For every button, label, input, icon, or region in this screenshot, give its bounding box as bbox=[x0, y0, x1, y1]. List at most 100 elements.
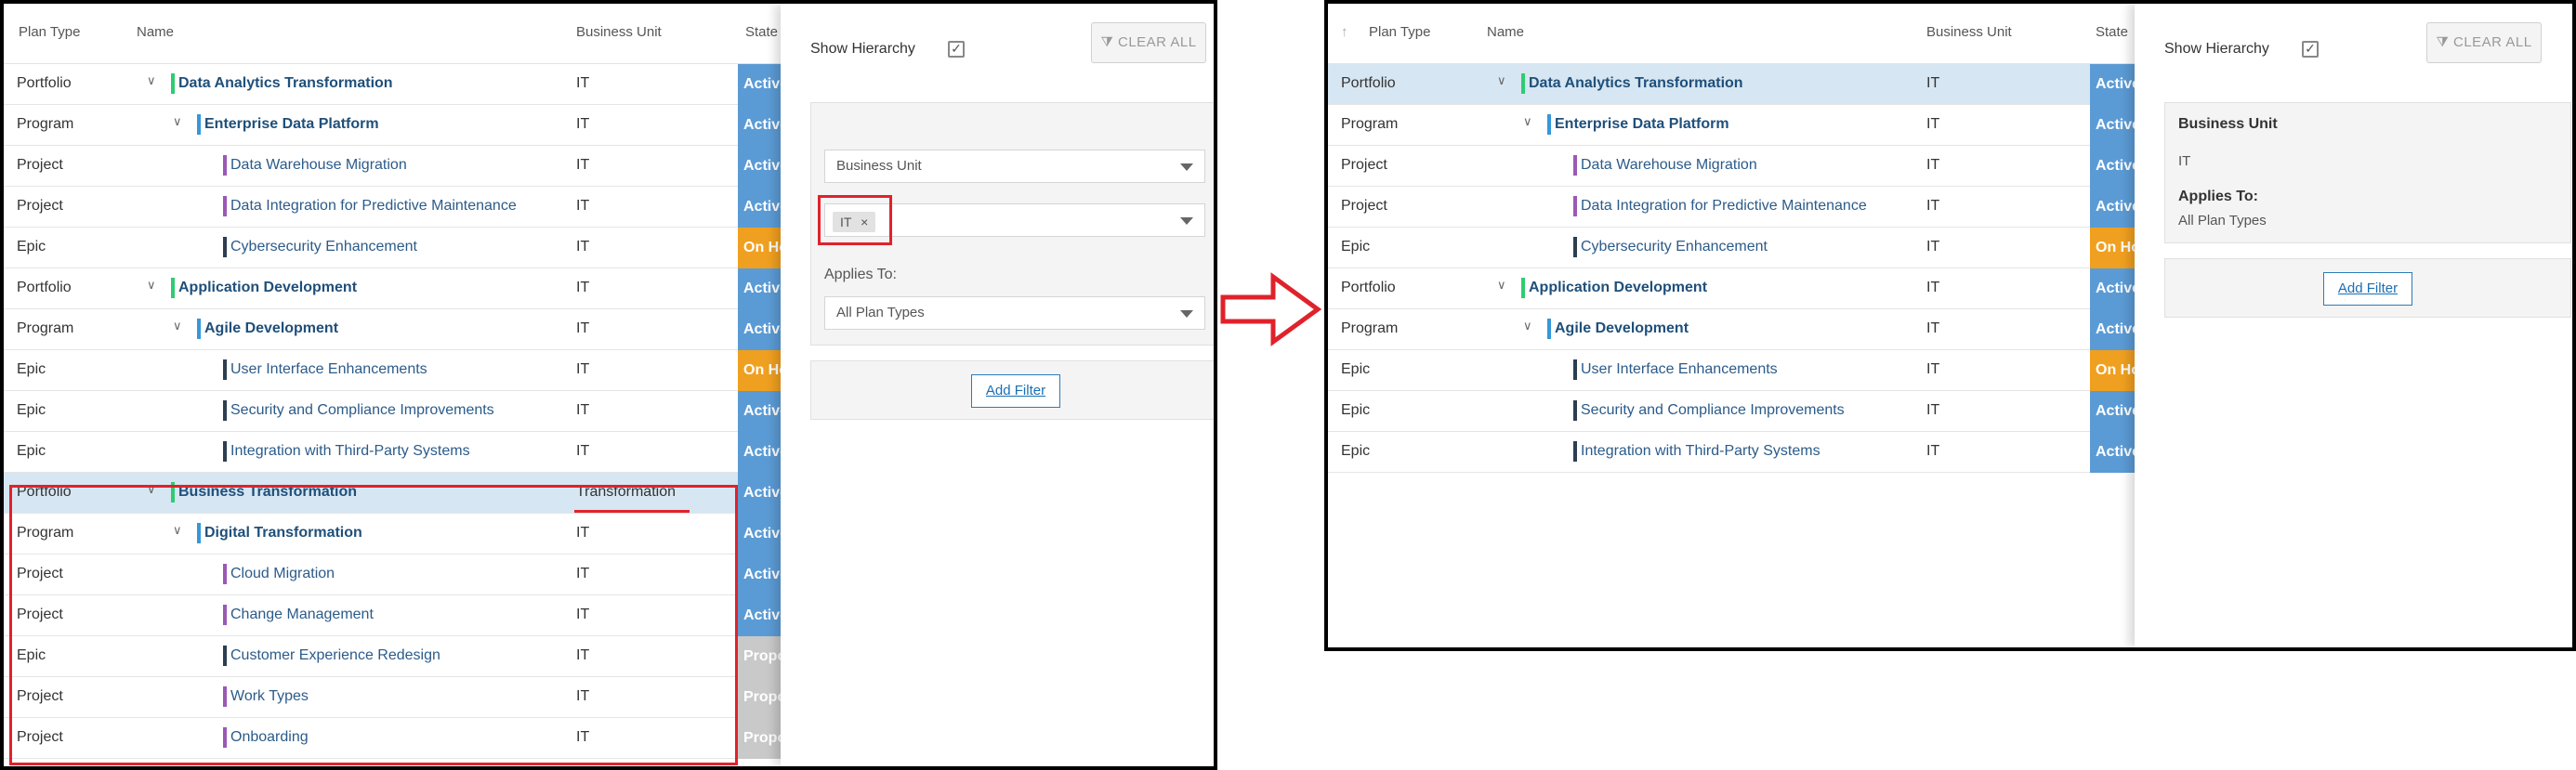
name-link[interactable]: Application Development bbox=[178, 280, 357, 296]
name-link[interactable]: Security and Compliance Improvements bbox=[230, 402, 494, 419]
level-color-bar bbox=[171, 73, 175, 94]
business-unit-cell: IT bbox=[1926, 443, 1940, 459]
name-link[interactable]: Agile Development bbox=[204, 320, 338, 337]
business-unit-cell: IT bbox=[1926, 361, 1940, 377]
level-color-bar bbox=[197, 114, 201, 135]
chevron-down-icon[interactable]: ∨ bbox=[173, 319, 188, 333]
filter-panel: Show Hierarchy ✓ ⧩ CLEAR ALL Business Un… bbox=[2135, 4, 2572, 647]
table-row[interactable]: Program ∨ Agile Development IT Active bbox=[1328, 309, 2146, 350]
add-filter-area: Add Filter bbox=[810, 360, 1214, 420]
table-row[interactable]: Project Data Warehouse Migration IT Active bbox=[1328, 146, 2146, 187]
plan-type-cell: Project bbox=[17, 198, 63, 214]
name-link[interactable]: User Interface Enhancements bbox=[1581, 361, 1778, 378]
applied-filter-card[interactable]: Business Unit IT Applies To: All Plan Ty… bbox=[2164, 102, 2571, 243]
table-row[interactable]: Epic Security and Compliance Improvements… bbox=[1328, 391, 2146, 432]
level-color-bar bbox=[223, 400, 227, 421]
column-header-state[interactable]: State bbox=[745, 24, 778, 40]
plan-type-cell: Epic bbox=[17, 361, 46, 377]
name-link[interactable]: Cybersecurity Enhancement bbox=[230, 239, 417, 255]
table-row[interactable]: Epic Integration with Third-Party Systems… bbox=[1328, 432, 2146, 473]
table-row[interactable]: EpicUser Interface EnhancementsITOn Hold bbox=[1328, 350, 2146, 391]
name-link[interactable]: Security and Compliance Improvements bbox=[1581, 402, 1845, 419]
chevron-down-icon[interactable]: ∨ bbox=[147, 73, 162, 88]
add-filter-button[interactable]: Add Filter bbox=[971, 374, 1060, 408]
table-row[interactable]: Portfolio ∨ Application Development IT Activ… bbox=[1328, 268, 2146, 309]
column-header-name[interactable]: Name bbox=[1487, 24, 1524, 40]
table-row[interactable]: Portfolio ∨ Application Development IT Activ… bbox=[4, 268, 794, 309]
name-link[interactable]: Data Analytics Transformation bbox=[1529, 75, 1743, 92]
name-link[interactable]: Application Development bbox=[1529, 280, 1707, 296]
column-header-plan-type[interactable]: Plan Type bbox=[19, 24, 80, 40]
chevron-down-icon[interactable]: ∨ bbox=[1523, 319, 1538, 333]
name-link[interactable]: Data Integration for Predictive Maintena… bbox=[1581, 198, 1867, 215]
add-filter-button[interactable]: Add Filter bbox=[2323, 272, 2412, 306]
name-link[interactable]: Data Analytics Transformation bbox=[178, 75, 393, 92]
table-row[interactable]: EpicUser Interface EnhancementsITOn Hold bbox=[4, 350, 794, 391]
name-link[interactable]: Agile Development bbox=[1555, 320, 1689, 337]
business-unit-cell: IT bbox=[576, 361, 590, 377]
name-link[interactable]: Integration with Third-Party Systems bbox=[230, 443, 470, 460]
business-unit-cell: IT bbox=[576, 75, 590, 91]
business-unit-cell: IT bbox=[576, 198, 590, 214]
chevron-down-icon[interactable]: ∨ bbox=[1497, 278, 1512, 293]
name-link[interactable]: Data Warehouse Migration bbox=[230, 157, 407, 174]
filter-field-select[interactable]: Business Unit bbox=[824, 150, 1205, 183]
level-color-bar bbox=[1573, 237, 1577, 257]
name-link[interactable]: Data Integration for Predictive Maintena… bbox=[230, 198, 517, 215]
column-header-plan-type[interactable]: Plan Type bbox=[1369, 24, 1430, 40]
plan-type-cell: Portfolio bbox=[17, 75, 72, 91]
before-screenshot: Plan Type Name Business Unit State Portf… bbox=[0, 0, 1217, 770]
business-unit-cell: IT bbox=[1926, 402, 1940, 418]
table-row[interactable]: Epic Security and Compliance Improvements… bbox=[4, 391, 794, 432]
chevron-down-icon[interactable]: ∨ bbox=[1523, 114, 1538, 129]
chevron-down-icon[interactable]: ∨ bbox=[1497, 73, 1512, 88]
plan-grid: ↑ Plan Type Name Business Unit State Por… bbox=[1328, 4, 2146, 473]
table-row[interactable]: Project Data Integration for Predictive M… bbox=[1328, 187, 2146, 228]
name-link[interactable]: Data Warehouse Migration bbox=[1581, 157, 1757, 174]
show-hierarchy-checkbox[interactable]: ✓ bbox=[2302, 41, 2319, 58]
name-link[interactable]: User Interface Enhancements bbox=[230, 361, 427, 378]
applies-to-value: All Plan Types bbox=[2178, 213, 2267, 228]
level-color-bar bbox=[1573, 359, 1577, 380]
table-row[interactable]: Portfolio ∨ Data Analytics Transformation I… bbox=[4, 64, 794, 105]
highlight-box-value-tag bbox=[818, 195, 892, 245]
table-row[interactable]: Project Data Integration for Predictive M… bbox=[4, 187, 794, 228]
chevron-down-icon[interactable]: ∨ bbox=[173, 114, 188, 129]
table-row[interactable]: Program ∨ Agile Development IT Active bbox=[4, 309, 794, 350]
plan-type-cell: Epic bbox=[1341, 239, 1371, 254]
business-unit-cell: IT bbox=[1926, 320, 1940, 336]
plan-type-cell: Epic bbox=[17, 239, 46, 254]
name-link[interactable]: Cybersecurity Enhancement bbox=[1581, 239, 1768, 255]
table-row[interactable]: EpicCybersecurity EnhancementITOn Hold bbox=[1328, 228, 2146, 268]
clear-all-button[interactable]: ⧩ CLEAR ALL bbox=[2426, 22, 2542, 63]
table-row[interactable]: Portfolio ∨ Data Analytics Transformation I… bbox=[1328, 64, 2146, 105]
name-link[interactable]: Enterprise Data Platform bbox=[1555, 116, 1729, 133]
table-row[interactable]: Program ∨ Enterprise Data Platform IT Active bbox=[4, 105, 794, 146]
column-header-business-unit[interactable]: Business Unit bbox=[1926, 24, 2012, 40]
clear-all-button[interactable]: ⧩ CLEAR ALL bbox=[1091, 22, 1206, 63]
level-color-bar bbox=[1521, 278, 1525, 298]
level-color-bar bbox=[1547, 114, 1551, 135]
show-hierarchy-checkbox[interactable]: ✓ bbox=[948, 41, 965, 58]
sort-up-arrow-icon[interactable]: ↑ bbox=[1341, 24, 1348, 40]
applies-to-select[interactable]: All Plan Types bbox=[824, 296, 1205, 330]
filter-panel: Show Hierarchy ✓ ⧩ CLEAR ALL Business Un… bbox=[781, 4, 1214, 766]
table-row[interactable]: Epic Integration with Third-Party Systems… bbox=[4, 432, 794, 473]
business-unit-cell: IT bbox=[576, 116, 590, 132]
level-color-bar bbox=[223, 196, 227, 216]
column-header-state[interactable]: State bbox=[2096, 24, 2128, 40]
business-unit-cell: IT bbox=[576, 402, 590, 418]
level-color-bar bbox=[1573, 441, 1577, 462]
column-header-name[interactable]: Name bbox=[137, 24, 174, 40]
column-header-business-unit[interactable]: Business Unit bbox=[576, 24, 662, 40]
chevron-down-icon[interactable]: ∨ bbox=[147, 278, 162, 293]
name-link[interactable]: Enterprise Data Platform bbox=[204, 116, 379, 133]
chevron-down-icon bbox=[1180, 217, 1193, 225]
table-row[interactable]: Project Data Warehouse Migration IT Active bbox=[4, 146, 794, 187]
business-unit-cell: IT bbox=[1926, 198, 1940, 214]
name-link[interactable]: Integration with Third-Party Systems bbox=[1581, 443, 1820, 460]
plan-type-cell: Epic bbox=[1341, 361, 1371, 377]
table-row[interactable]: EpicCybersecurity EnhancementITOn Hold bbox=[4, 228, 794, 268]
table-row[interactable]: Program ∨ Enterprise Data Platform IT Active bbox=[1328, 105, 2146, 146]
business-unit-cell: IT bbox=[576, 157, 590, 173]
